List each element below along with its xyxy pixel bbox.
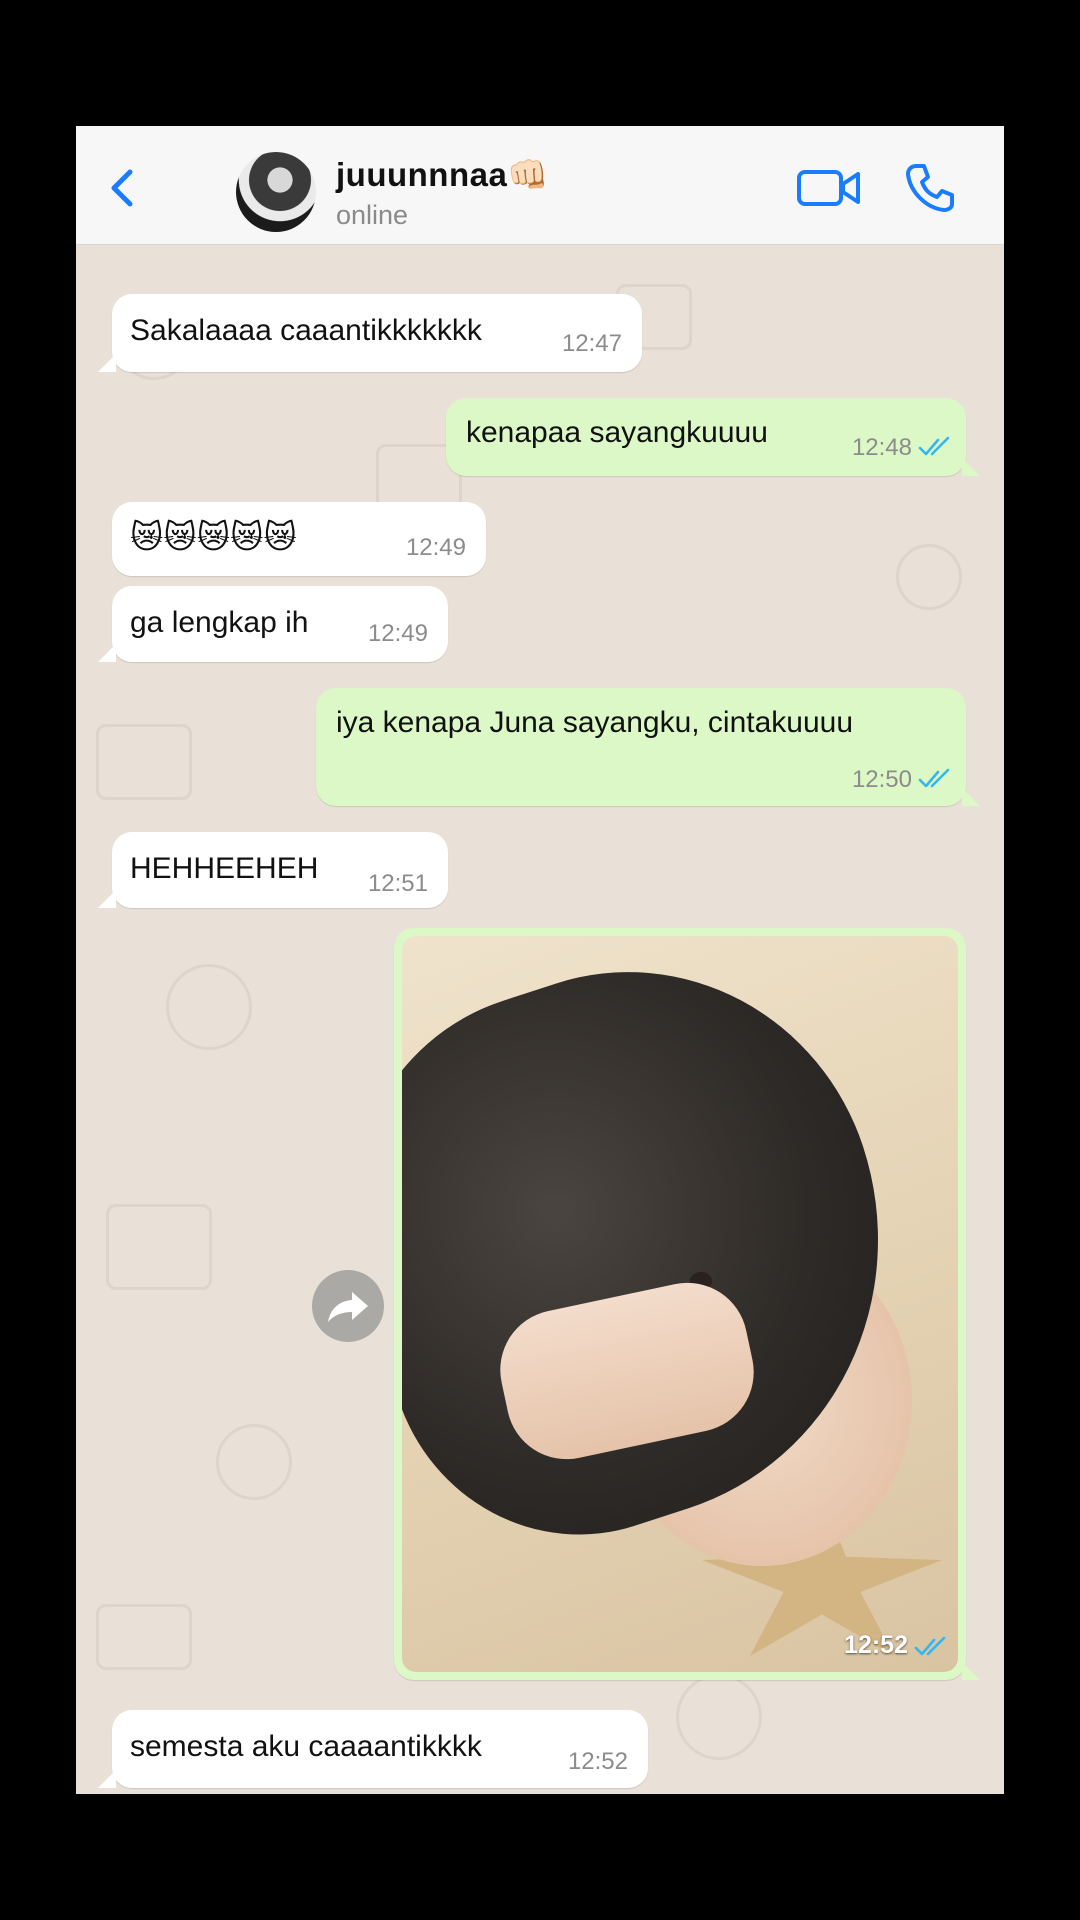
chat-header: juuunnnaa👊🏻 online bbox=[76, 126, 1004, 245]
message-text: 😿😿😿😿😿 bbox=[130, 519, 297, 555]
message-bubble-incoming[interactable]: Sakalaaaa caaantikkkkkkk 12:47 bbox=[98, 294, 642, 372]
message-bubble-incoming[interactable]: 😿😿😿😿😿 12:49 bbox=[112, 502, 486, 576]
wallpaper-doodle bbox=[896, 544, 962, 610]
video-call-icon[interactable] bbox=[796, 164, 862, 212]
wallpaper-doodle bbox=[96, 1604, 192, 1670]
wallpaper-doodle bbox=[166, 964, 252, 1050]
bubble-tail bbox=[98, 1770, 116, 1788]
wallpaper-doodle bbox=[106, 1204, 212, 1290]
message-bubble-outgoing[interactable]: kenapaa sayangkuuuu 12:48 bbox=[446, 398, 980, 476]
message-time: 12:50 bbox=[851, 766, 912, 793]
back-chevron-icon[interactable] bbox=[100, 164, 148, 212]
contact-name[interactable]: juuunnnaa👊🏻 bbox=[336, 156, 549, 195]
bubble-tail bbox=[962, 1662, 980, 1680]
message-time: 12:48 bbox=[851, 434, 912, 461]
message-text: ga lengkap ih bbox=[130, 606, 309, 639]
message-time: 12:47 bbox=[561, 330, 622, 357]
message-text: iya kenapa Juna sayangku, cintakuuuu bbox=[336, 706, 854, 739]
message-time: 12:52 bbox=[567, 1748, 628, 1775]
bubble-tail bbox=[98, 644, 116, 662]
photo-message-bubble[interactable]: 12:52 bbox=[394, 928, 980, 1680]
bubble-tail bbox=[98, 354, 116, 372]
double-check-icon bbox=[918, 436, 950, 456]
bubble-tail bbox=[962, 458, 980, 476]
message-time: 12:51 bbox=[367, 870, 428, 897]
bubble-tail bbox=[962, 788, 980, 806]
wallpaper-doodle bbox=[216, 1424, 292, 1500]
double-check-icon bbox=[918, 768, 950, 788]
message-bubble-incoming[interactable]: semesta aku caaaantikkkk 12:52 bbox=[98, 1710, 648, 1788]
message-time: 12:49 bbox=[405, 534, 466, 561]
forward-button[interactable] bbox=[312, 1270, 384, 1342]
message-text: kenapaa sayangkuuuu bbox=[466, 416, 768, 449]
message-text: Sakalaaaa caaantikkkkkkk bbox=[130, 314, 482, 347]
chat-screen: juuunnnaa👊🏻 online Sakalaaaa caaantikkkk… bbox=[76, 126, 1004, 1794]
message-bubble-incoming[interactable]: HEHHEEHEH 12:51 bbox=[98, 832, 448, 908]
contact-avatar[interactable] bbox=[236, 152, 316, 232]
contact-status: online bbox=[336, 200, 409, 230]
message-bubble-outgoing[interactable]: iya kenapa Juna sayangku, cintakuuuu 12:… bbox=[316, 688, 980, 806]
forward-icon bbox=[328, 1292, 368, 1322]
message-time: 12:52 bbox=[844, 1631, 908, 1659]
message-text: semesta aku caaaantikkkk bbox=[130, 1730, 482, 1763]
message-time: 12:49 bbox=[367, 620, 428, 647]
double-check-icon bbox=[914, 1636, 946, 1656]
wallpaper-doodle bbox=[96, 724, 192, 800]
message-text: HEHHEEHEH bbox=[130, 852, 319, 885]
voice-call-icon[interactable] bbox=[904, 162, 956, 214]
photo-attachment[interactable] bbox=[402, 936, 958, 1672]
wallpaper-doodle bbox=[676, 1674, 762, 1760]
bubble-tail bbox=[98, 890, 116, 908]
message-bubble-incoming[interactable]: ga lengkap ih 12:49 bbox=[98, 586, 448, 662]
